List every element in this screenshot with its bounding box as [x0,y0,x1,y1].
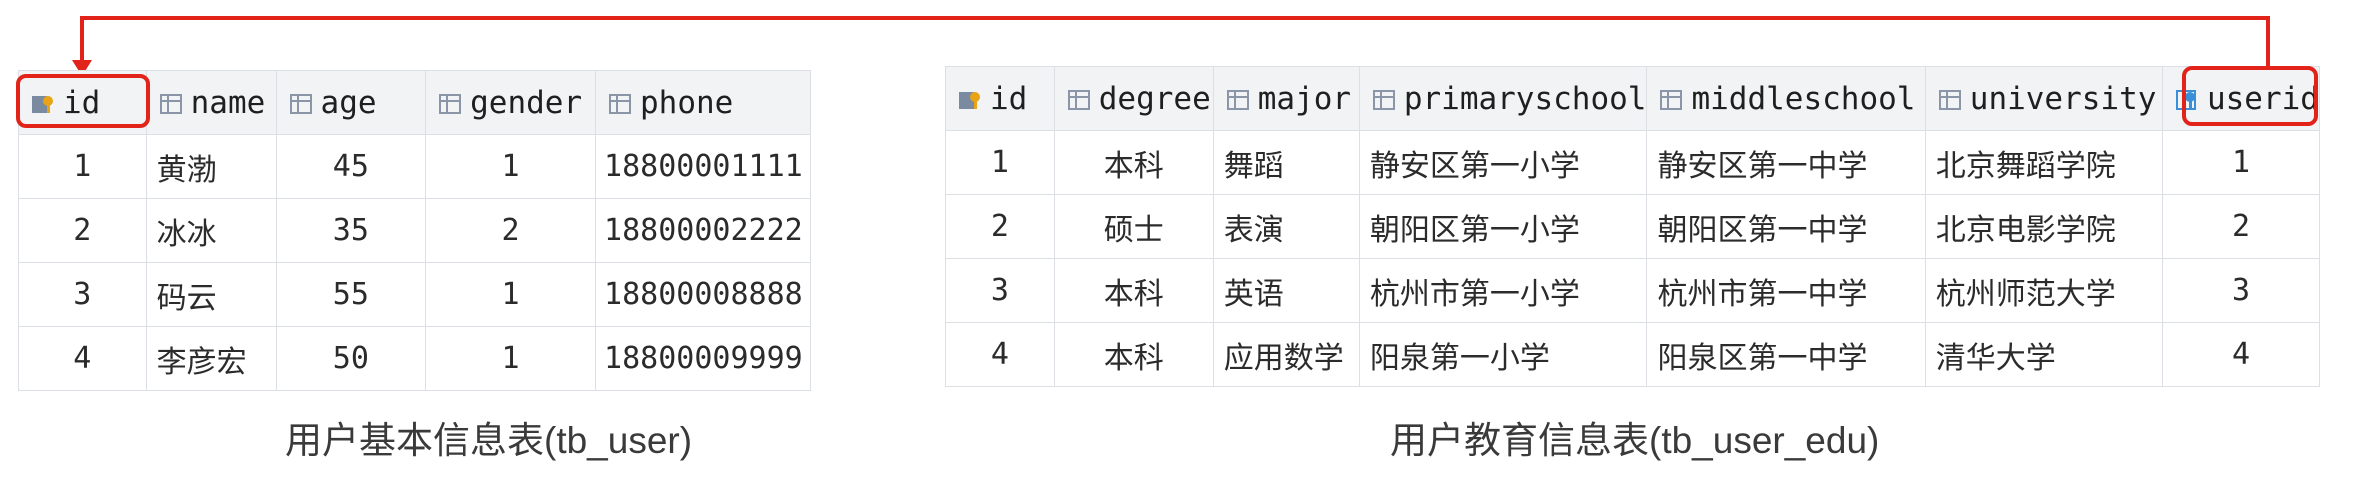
cell-id[interactable]: 2 [18,198,147,263]
id-column-highlight [16,74,150,128]
table-row[interactable]: 3 本科 英语 杭州市第一小学 杭州市第一中学 杭州师范大学 3 [945,258,2321,323]
cell-degree[interactable]: 本科 [1053,258,1214,323]
column-label: age [320,84,377,121]
column-icon [1067,90,1090,110]
cell-name[interactable]: 码云 [145,262,277,327]
cell-gender[interactable]: 1 [425,134,597,199]
cell-university[interactable]: 杭州师范大学 [1924,258,2163,323]
cell-id[interactable]: 2 [945,194,1055,259]
table-row[interactable]: 4 李彦宏 50 1 18800009999 [18,326,811,391]
column-icon [159,94,182,114]
cell-phone[interactable]: 18800002222 [595,198,811,263]
table-row[interactable]: 4 本科 应用数学 阳泉第一小学 阳泉区第一中学 清华大学 4 [945,322,2321,387]
column-icon [1226,90,1249,110]
cell-name[interactable]: 冰冰 [145,198,277,263]
column-label: middleschool [1691,80,1916,117]
cell-major[interactable]: 舞蹈 [1212,130,1360,195]
column-header-middleschool[interactable]: middleschool [1646,66,1926,131]
column-label: major [1257,80,1352,117]
column-header-phone[interactable]: phone [595,70,811,135]
column-label: gender [470,84,583,121]
cell-major[interactable]: 表演 [1212,194,1360,259]
tb-user-edu-table: id degree major primaryschool middlescho… [945,66,2321,387]
column-header-id[interactable]: id [945,66,1055,131]
table-row[interactable]: 2 冰冰 35 2 18800002222 [18,198,811,263]
cell-userid[interactable]: 2 [2161,194,2321,259]
column-header-degree[interactable]: degree [1053,66,1214,131]
cell-userid[interactable]: 4 [2161,322,2321,387]
cell-name[interactable]: 黄渤 [145,134,277,199]
cell-middleschool[interactable]: 静安区第一中学 [1646,130,1926,195]
cell-id[interactable]: 4 [945,322,1055,387]
cell-id[interactable]: 3 [18,262,147,327]
column-label: name [190,84,266,121]
userid-column-highlight [2182,66,2318,126]
cell-university[interactable]: 北京电影学院 [1924,194,2163,259]
column-header-name[interactable]: name [145,70,277,135]
table-row[interactable]: 1 黄渤 45 1 18800001111 [18,134,811,199]
column-label: degree [1098,80,1211,117]
table-row[interactable]: 1 本科 舞蹈 静安区第一小学 静安区第一中学 北京舞蹈学院 1 [945,130,2321,195]
cell-major[interactable]: 应用数学 [1212,322,1360,387]
column-header-major[interactable]: major [1212,66,1360,131]
cell-university[interactable]: 清华大学 [1924,322,2163,387]
tb-user-edu-caption: 用户教育信息表(tb_user_edu) [1390,420,1880,461]
column-header-age[interactable]: age [275,70,427,135]
column-label: phone [640,84,734,121]
cell-id[interactable]: 1 [18,134,147,199]
tb-user-caption: 用户基本信息表(tb_user) [285,420,693,461]
cell-degree[interactable]: 本科 [1053,130,1214,195]
cell-primaryschool[interactable]: 静安区第一小学 [1358,130,1648,195]
column-header-gender[interactable]: gender [425,70,597,135]
cell-degree[interactable]: 本科 [1053,322,1214,387]
cell-age[interactable]: 55 [275,262,427,327]
column-icon [1372,90,1395,110]
cell-id[interactable]: 1 [945,130,1055,195]
cell-age[interactable]: 50 [275,326,427,391]
cell-middleschool[interactable]: 杭州市第一中学 [1646,258,1926,323]
column-icon [1938,90,1961,110]
primary-key-icon [959,92,980,109]
table-row[interactable]: 3 码云 55 1 18800008888 [18,262,811,327]
cell-degree[interactable]: 硕士 [1053,194,1214,259]
column-header-primaryschool[interactable]: primaryschool [1358,66,1648,131]
cell-name[interactable]: 李彦宏 [145,326,277,391]
column-label: id [990,80,1028,117]
cell-age[interactable]: 35 [275,198,427,263]
column-icon [1660,90,1683,110]
cell-userid[interactable]: 1 [2161,130,2321,195]
cell-gender[interactable]: 1 [425,262,597,327]
cell-userid[interactable]: 3 [2161,258,2321,323]
cell-primaryschool[interactable]: 杭州市第一小学 [1358,258,1648,323]
column-label: primaryschool [1403,80,1647,117]
column-icon [289,94,312,114]
table-row[interactable]: 2 硕士 表演 朝阳区第一小学 朝阳区第一中学 北京电影学院 2 [945,194,2321,259]
cell-university[interactable]: 北京舞蹈学院 [1924,130,2163,195]
cell-id[interactable]: 4 [18,326,147,391]
cell-phone[interactable]: 18800001111 [595,134,811,199]
cell-phone[interactable]: 18800008888 [595,262,811,327]
column-icon [439,94,462,114]
cell-primaryschool[interactable]: 阳泉第一小学 [1358,322,1648,387]
column-label: university [1969,80,2157,117]
column-header-university[interactable]: university [1924,66,2163,131]
cell-primaryschool[interactable]: 朝阳区第一小学 [1358,194,1648,259]
tb-user-edu-header-row: id degree major primaryschool middlescho… [945,66,2321,131]
cell-phone[interactable]: 18800009999 [595,326,811,391]
cell-middleschool[interactable]: 阳泉区第一中学 [1646,322,1926,387]
cell-major[interactable]: 英语 [1212,258,1360,323]
column-icon [609,94,632,114]
cell-gender[interactable]: 2 [425,198,597,263]
cell-middleschool[interactable]: 朝阳区第一中学 [1646,194,1926,259]
cell-age[interactable]: 45 [275,134,427,199]
cell-id[interactable]: 3 [945,258,1055,323]
cell-gender[interactable]: 1 [425,326,597,391]
